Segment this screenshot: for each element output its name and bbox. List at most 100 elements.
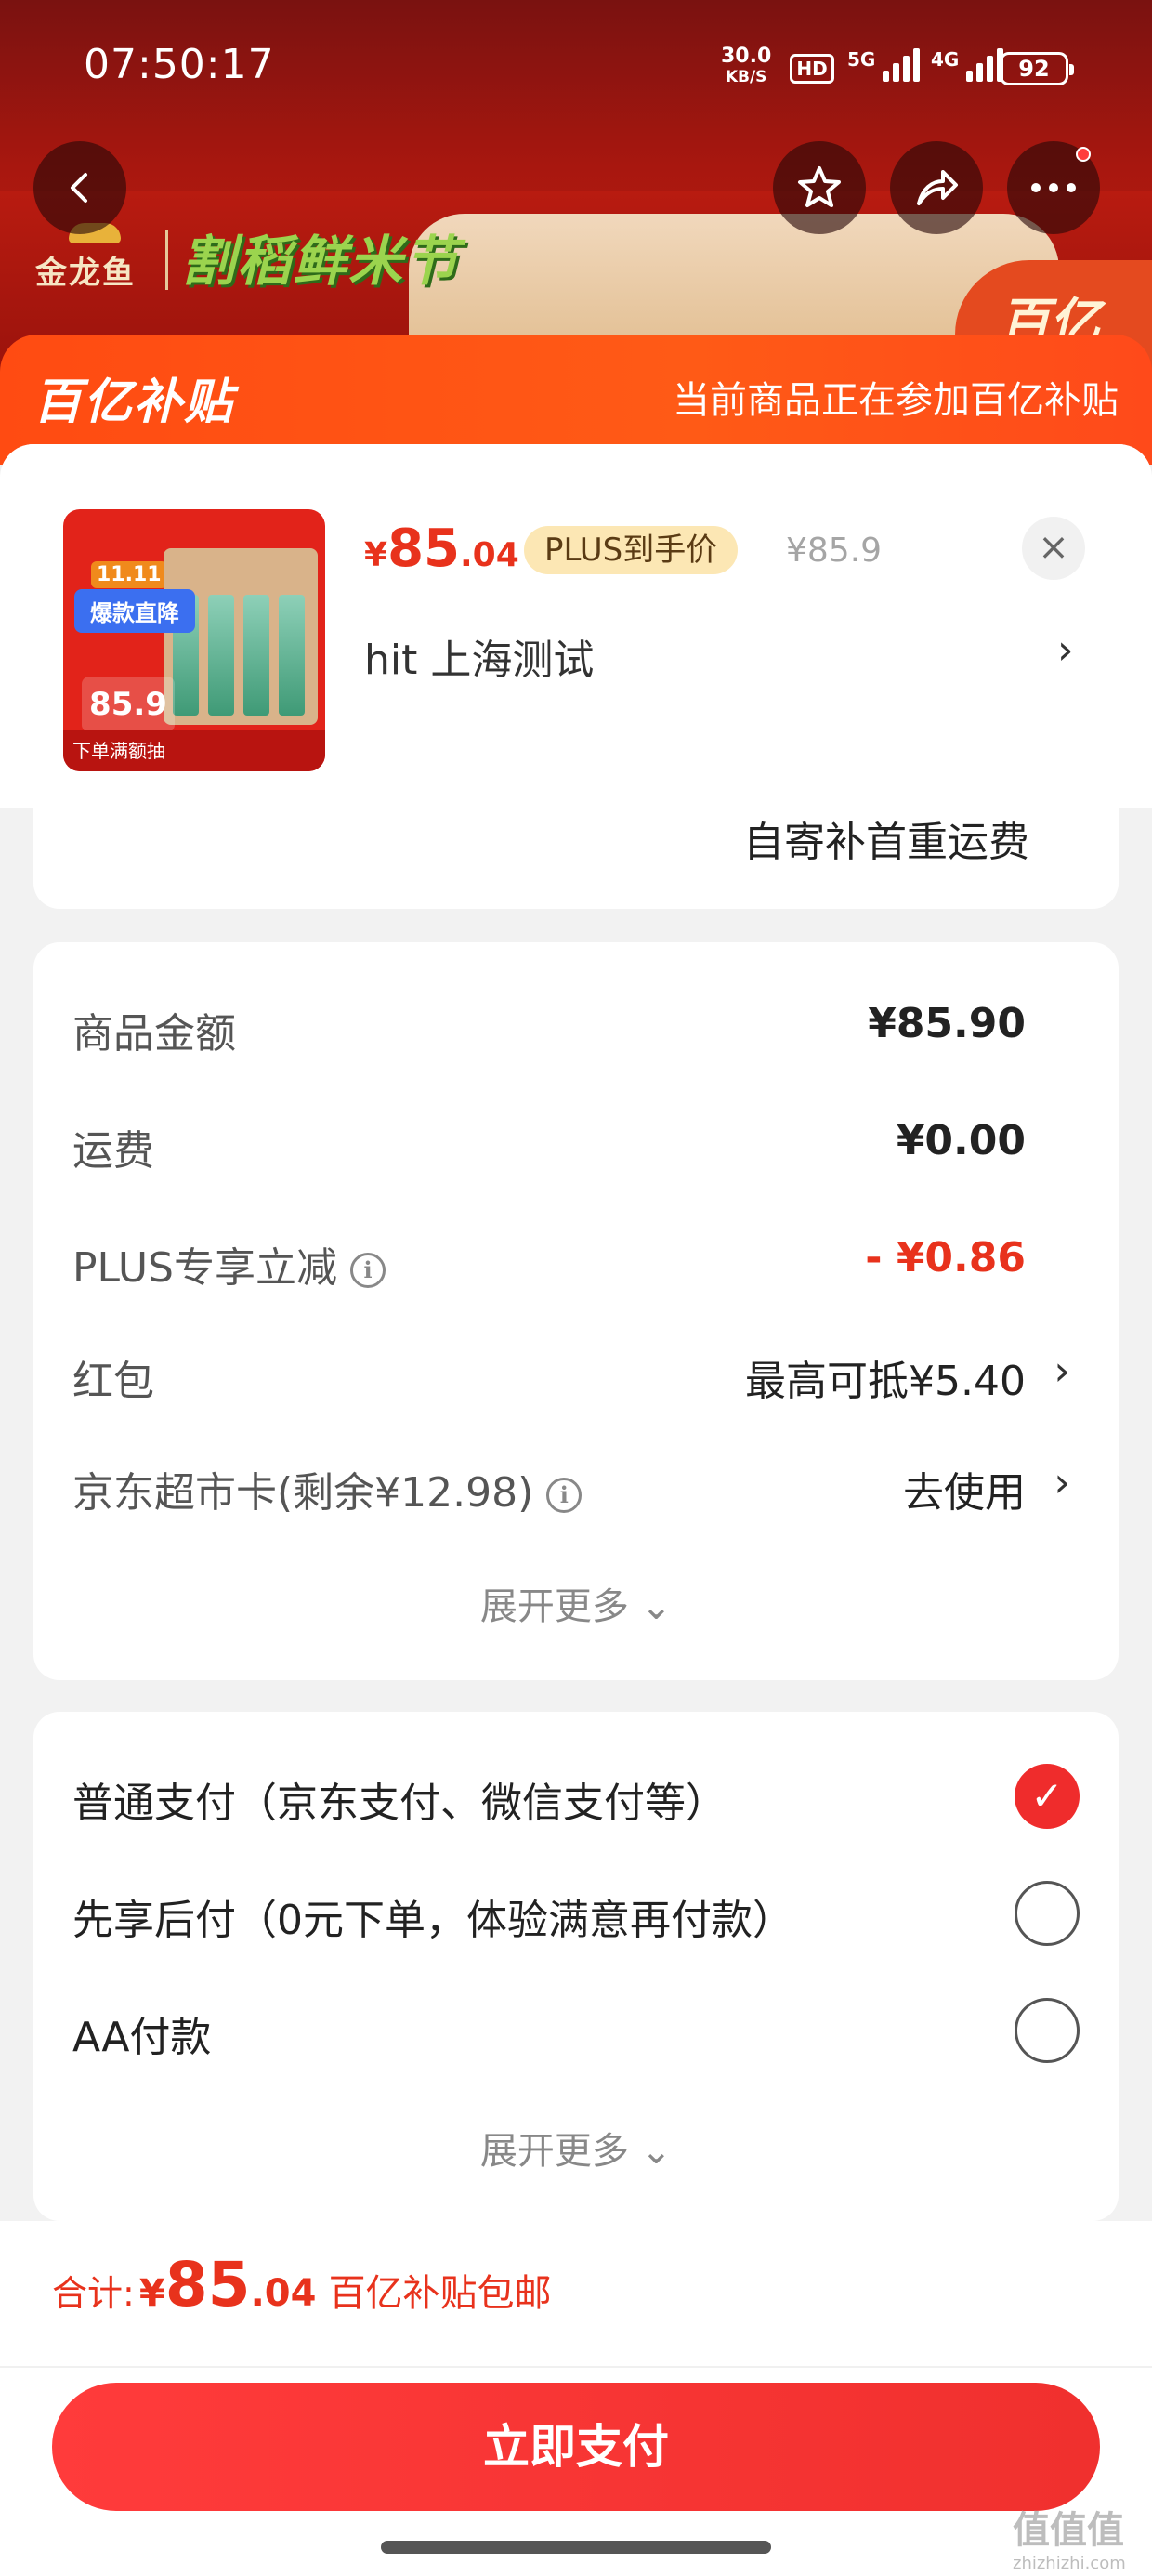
- net-speed-unit: KB/S: [725, 68, 767, 86]
- shipping-card: 自寄补首重运费: [33, 808, 1119, 909]
- chevron-down-icon: ⌄: [640, 1585, 673, 1628]
- payment-option[interactable]: AA付款: [33, 1998, 1119, 2063]
- brand-logo: 金龙鱼: [35, 223, 154, 296]
- chevron-right-icon: ›: [1054, 1459, 1070, 1506]
- payment-option[interactable]: 先享后付（0元下单，体验满意再付款）: [33, 1881, 1119, 1946]
- amount-label: 京东超市卡(剩余¥12.98) i: [72, 1459, 583, 1518]
- supermarket-card-label: 京东超市卡(剩余¥12.98): [72, 1469, 534, 1517]
- supermarket-card-row[interactable]: 京东超市卡(剩余¥12.98) i 去使用 ›: [33, 1459, 1119, 1518]
- total-decimal: .04: [250, 2272, 317, 2315]
- signal-5g-label: 5G: [847, 48, 876, 71]
- total-amount: 合计: ¥85.04 百亿补贴包邮: [52, 2249, 552, 2320]
- favorite-button[interactable]: [773, 141, 866, 234]
- expand-more-button[interactable]: 展开更多 ⌄: [33, 1576, 1119, 1630]
- use-card-link: 去使用: [903, 1469, 1026, 1517]
- signal-bar: [883, 71, 890, 82]
- expand-more-label: 展开更多: [479, 2130, 629, 2173]
- radio-empty-icon[interactable]: [1015, 1998, 1080, 2063]
- pay-now-button[interactable]: 立即支付: [52, 2383, 1100, 2511]
- amount-label: 运费: [72, 1127, 154, 1175]
- watermark: 值值值 zhizhizhi.com: [1013, 2500, 1126, 2573]
- close-button[interactable]: ×: [1022, 517, 1085, 580]
- battery-icon: 92: [1000, 52, 1074, 85]
- total-label: 合计:: [52, 2273, 135, 2314]
- thumb-box: [164, 548, 318, 725]
- amount-label: 红包: [72, 1358, 154, 1405]
- amount-value: ¥85.90: [868, 1000, 1026, 1047]
- product-name[interactable]: hit 上海测试: [364, 626, 594, 686]
- expand-more-button[interactable]: 展开更多 ⌄: [33, 2121, 1119, 2175]
- chevron-right-icon[interactable]: ›: [1057, 626, 1074, 674]
- thumb-bag: [279, 595, 305, 716]
- subsidy-logo: 百亿补贴: [33, 375, 235, 430]
- share-button[interactable]: [890, 141, 983, 234]
- share-icon: [917, 170, 958, 205]
- network-speed: 30.0 KB/S: [721, 46, 771, 87]
- thumb-badge: 爆款直降: [74, 589, 195, 633]
- hd-icon: HD: [790, 54, 834, 84]
- expand-more-label: 展开更多: [479, 1585, 629, 1628]
- info-icon[interactable]: i: [546, 1478, 583, 1513]
- home-indicator[interactable]: [381, 2541, 771, 2554]
- amount-label: PLUS专享立减 i: [72, 1234, 386, 1294]
- signal-5g-icon: 5G: [847, 48, 921, 82]
- festival-title: 割稻鲜米节: [181, 230, 461, 293]
- brand-separator: [165, 230, 168, 290]
- more-dots-icon: [1031, 183, 1076, 192]
- info-icon[interactable]: i: [350, 1253, 386, 1288]
- plus-price-tag: PLUS到手价: [524, 526, 739, 574]
- star-icon: [798, 166, 841, 207]
- price-integer: 85: [387, 519, 460, 579]
- chevron-right-icon: ›: [1054, 1347, 1070, 1395]
- battery-level: 92: [1018, 56, 1050, 82]
- radio-checked-icon[interactable]: ✓: [1015, 1764, 1080, 1829]
- watermark-site: zhizhizhi.com: [1013, 2554, 1126, 2573]
- free-shipping-note: 百亿补贴包邮: [328, 2272, 552, 2315]
- price-decimal: .04: [460, 536, 519, 574]
- payment-option[interactable]: 普通支付（京东支付、微信支付等） ✓: [33, 1764, 1119, 1829]
- amount-label: 商品金额: [72, 1010, 236, 1058]
- net-speed-value: 30.0: [721, 45, 772, 68]
- brand-logo-text: 金龙鱼: [35, 255, 136, 292]
- signal-bar: [966, 71, 974, 82]
- status-bar: 07:50:17 30.0 KB/S HD 5G 4G 92: [0, 0, 1152, 139]
- amount-card: 商品金额 ¥85.90 运费 ¥0.00 PLUS专享立减 i - ¥0.86 红…: [33, 942, 1119, 1680]
- product-thumbnail[interactable]: 11.11 爆款直降 85.9 下单满额抽: [63, 509, 325, 771]
- notification-dot: [1076, 147, 1091, 162]
- shipping-note: 自寄补首重运费: [743, 819, 1029, 866]
- thumb-tag: 11.11: [91, 561, 167, 588]
- watermark-text: 值值值: [1013, 2509, 1124, 2552]
- radio-empty-icon[interactable]: [1015, 1881, 1080, 1946]
- amount-value: ¥0.00: [896, 1117, 1026, 1164]
- status-time: 07:50:17: [84, 41, 275, 88]
- signal-bar: [893, 63, 900, 82]
- back-button[interactable]: [33, 141, 126, 234]
- signal-4g-icon: 4G: [931, 48, 1004, 82]
- thumb-bag: [208, 595, 234, 716]
- plus-discount-label: PLUS专享立减: [72, 1244, 337, 1292]
- redpacket-row[interactable]: 红包 最高可抵¥5.40 ›: [33, 1347, 1119, 1405]
- signal-bar: [903, 56, 910, 82]
- amount-row: 商品金额 ¥85.90: [33, 1000, 1119, 1058]
- signal-4g-label: 4G: [931, 48, 960, 71]
- subsidy-note: 当前商品正在参加百亿补贴: [673, 379, 1119, 422]
- payment-option-label: 先享后付（0元下单，体验满意再付款）: [72, 1897, 793, 1944]
- signal-bar: [987, 56, 994, 82]
- amount-row: PLUS专享立减 i - ¥0.86: [33, 1234, 1119, 1292]
- thumb-price: 85.9: [82, 677, 175, 732]
- total-integer: 85: [164, 2249, 251, 2320]
- plus-discount-value: - ¥0.86: [865, 1234, 1026, 1281]
- more-button[interactable]: [1007, 141, 1100, 234]
- signal-bar: [976, 63, 984, 82]
- thumb-bag: [243, 595, 269, 716]
- product-price: ¥85.04: [364, 519, 519, 579]
- original-price: ¥85.9: [786, 532, 883, 570]
- close-icon: ×: [1038, 526, 1069, 569]
- redpacket-value: 最高可抵¥5.40: [745, 1358, 1026, 1405]
- back-arrow-icon: [71, 173, 87, 203]
- payment-card: 普通支付（京东支付、微信支付等） ✓ 先享后付（0元下单，体验满意再付款） AA…: [33, 1712, 1119, 2221]
- total-symbol: ¥: [138, 2272, 165, 2315]
- thumb-bottom-band: 下单满额抽: [63, 730, 325, 771]
- amount-row: 运费 ¥0.00: [33, 1117, 1119, 1175]
- footer-divider: [0, 2366, 1152, 2368]
